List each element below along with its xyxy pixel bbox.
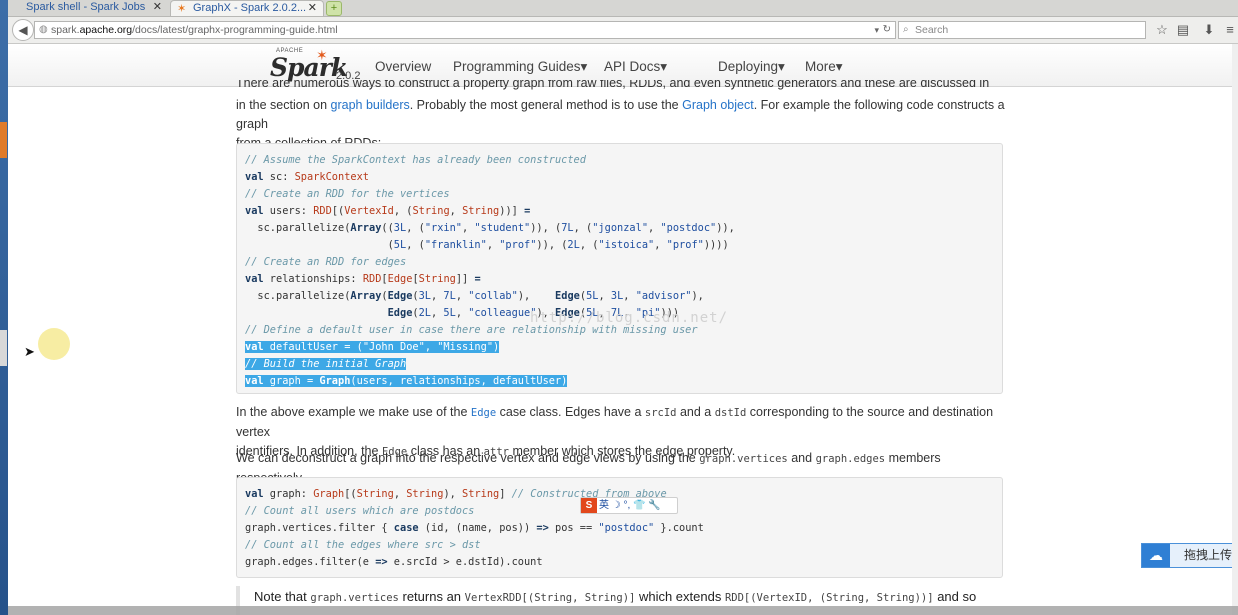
- search-placeholder: Search: [915, 24, 949, 36]
- bookmark-star-icon[interactable]: ☆: [1154, 21, 1170, 39]
- code-line: graph.vertices.filter { case (id, (name,…: [245, 522, 704, 534]
- tab-label: Spark shell - Spark Jobs: [26, 1, 146, 13]
- partially-hidden-text: There are numerous ways to construct a p…: [236, 80, 990, 90]
- download-icon[interactable]: ⬇: [1201, 21, 1217, 39]
- nav-deploying[interactable]: Deploying▾: [718, 59, 785, 75]
- close-icon[interactable]: ✕: [308, 1, 317, 15]
- desktop-launcher-orange[interactable]: [0, 122, 7, 158]
- desktop-launcher-gray[interactable]: [0, 330, 7, 366]
- tab-label: GraphX - Spark 2.0.2...: [193, 2, 307, 14]
- cursor-highlight: [38, 328, 70, 360]
- status-strip: [8, 606, 1238, 615]
- code-line: // Create an RDD for the vertices: [245, 188, 450, 200]
- url-path: /docs/latest/graphx-programming-guide.ht…: [132, 24, 338, 36]
- ime-toolbar-items[interactable]: 英 ☽ °, 👕 🔧: [597, 500, 661, 511]
- drag-upload-widget[interactable]: ☁ 拖拽上传: [1141, 543, 1238, 568]
- code-line-selected: val graph = Graph(users, relationships, …: [245, 375, 568, 387]
- search-input[interactable]: ⌕ Search: [898, 21, 1146, 39]
- code-line-selected: val defaultUser = ("John Doe", "Missing"…: [245, 341, 500, 353]
- code-line: // Count all the edges where src > dst: [245, 539, 481, 551]
- ime-toolbar[interactable]: S英 ☽ °, 👕 🔧: [580, 497, 678, 514]
- sogou-icon: S: [581, 498, 597, 513]
- cloud-upload-icon: ☁: [1142, 544, 1170, 567]
- code-edge-link[interactable]: Edge: [471, 407, 496, 419]
- nav-programming-guides[interactable]: Programming Guides▾: [453, 59, 587, 75]
- search-icon: ⌕: [903, 24, 909, 35]
- spark-logo[interactable]: APACHE Spark ✶ 2.0.2: [270, 47, 370, 84]
- clipboard-icon[interactable]: ▤: [1175, 21, 1191, 39]
- code-line: // Create an RDD for edges: [245, 256, 407, 268]
- code-block-deconstruct: val graph: Graph[(String, String), Strin…: [236, 477, 1003, 578]
- nav-overview[interactable]: Overview: [375, 59, 431, 74]
- code-line: sc.parallelize(Array(Edge(3L, 7L, "colla…: [245, 290, 704, 302]
- upload-label: 拖拽上传: [1184, 548, 1233, 562]
- page-scrollbar[interactable]: [1232, 44, 1238, 615]
- globe-icon: ◍: [39, 24, 48, 35]
- url-prefix: spark.: [51, 24, 80, 36]
- code-line: graph.edges.filter(e => e.srcId > e.dstI…: [245, 556, 543, 568]
- back-button[interactable]: ◀: [12, 19, 34, 41]
- code-line: val relationships: RDD[Edge[String]] =: [245, 273, 481, 285]
- spark-favicon-icon: ✶: [177, 3, 187, 15]
- code-line: (5L, ("franklin", "prof")), (2L, ("istoi…: [245, 239, 729, 251]
- code-line: // Assume the SparkContext has already b…: [245, 154, 586, 166]
- code-line: val users: RDD[(VertexId, (String, Strin…: [245, 205, 531, 217]
- nav-more[interactable]: More▾: [805, 59, 843, 75]
- link-graph-builders[interactable]: graph builders: [331, 98, 410, 112]
- menu-icon[interactable]: ≡: [1222, 21, 1238, 39]
- browser-tab-bar: Spark shell - Spark Jobs ✕ ✶ GraphX - Sp…: [8, 0, 1238, 17]
- code-line-selected: // Build the initial Graph: [245, 358, 407, 370]
- desktop-left-strip: [0, 0, 8, 615]
- tab-graphx[interactable]: ✶ GraphX - Spark 2.0.2... ✕: [170, 0, 324, 16]
- new-tab-icon[interactable]: +: [326, 1, 342, 16]
- tab-spark-shell[interactable]: Spark shell - Spark Jobs ✕: [8, 0, 168, 16]
- close-icon[interactable]: ✕: [153, 0, 162, 14]
- spark-star-icon: ✶: [316, 47, 328, 63]
- browser-nav-bar: ◀ ◍ spark.apache.org/docs/latest/graphx-…: [8, 17, 1238, 44]
- url-bar[interactable]: ◍ spark.apache.org/docs/latest/graphx-pr…: [34, 21, 896, 39]
- dropdown-icon[interactable]: ▾: [874, 22, 879, 38]
- code-line: val sc: SparkContext: [245, 171, 370, 183]
- url-host: apache.org: [79, 24, 133, 36]
- code-line: // Count all users which are postdocs: [245, 505, 475, 517]
- code-block-construct-graph: // Assume the SparkContext has already b…: [236, 143, 1003, 394]
- nav-api-docs[interactable]: API Docs▾: [604, 59, 667, 75]
- reload-icon[interactable]: ↻: [883, 22, 891, 38]
- mouse-pointer-icon: ➤: [24, 344, 35, 359]
- link-graph-object[interactable]: Graph object: [682, 98, 754, 112]
- csdn-watermark: http://blog.csdn.net/: [530, 310, 729, 326]
- code-line: sc.parallelize(Array((3L, ("rxin", "stud…: [245, 222, 735, 234]
